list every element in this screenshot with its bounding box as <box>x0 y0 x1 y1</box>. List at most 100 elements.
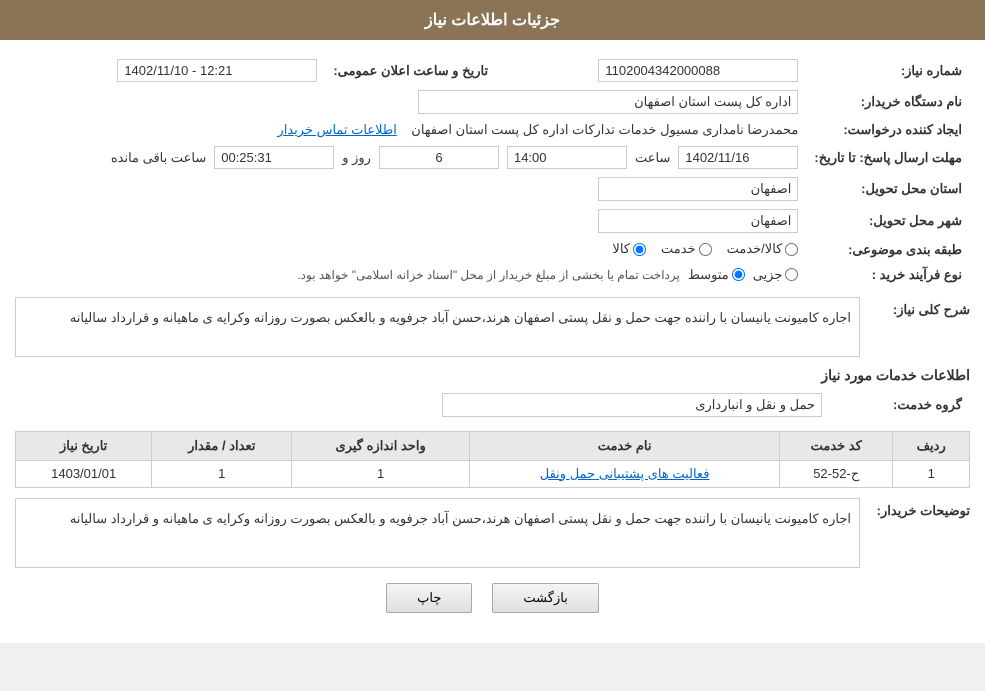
value-need-number: 1102004342000088 <box>496 55 806 86</box>
value-province: اصفهان <box>15 173 806 205</box>
service-table-body: 1 ح-52-52 فعالیت های پشتیبانی حمل ونقل 1… <box>16 460 970 487</box>
announcement-date-field: 1402/11/10 - 12:21 <box>117 59 317 82</box>
days-label: روز و <box>342 150 371 166</box>
label-service-group: گروه خدمت: <box>830 389 970 421</box>
category-radio-group: کالا/خدمت خدمت کالا <box>612 241 798 257</box>
need-description-section: شرح کلی نیاز: اجاره کامیونت یانیسان با ر… <box>15 297 970 357</box>
radio-part-input[interactable] <box>785 268 798 281</box>
back-button[interactable]: بازگشت <box>492 583 598 613</box>
value-category: کالا/خدمت خدمت کالا <box>15 237 806 263</box>
label-buyer-notes: توضیحات خریدار: <box>870 498 970 519</box>
page-wrapper: جزئیات اطلاعات نیاز شماره نیاز: 11020043… <box>0 0 985 643</box>
process-note-text: پرداخت تمام یا بخشی از مبلغ خریدار از مح… <box>297 268 680 282</box>
radio-medium: متوسط <box>688 267 745 283</box>
col-code: کد خدمت <box>780 431 893 460</box>
radio-goods-service-input[interactable] <box>785 243 798 256</box>
deadline-time-field: 14:00 <box>507 146 627 169</box>
radio-goods-input[interactable] <box>633 243 646 256</box>
city-field: اصفهان <box>598 209 798 233</box>
service-info-title: اطلاعات خدمات مورد نیاز <box>15 367 970 384</box>
need-number-field: 1102004342000088 <box>598 59 798 82</box>
creator-text: محمدرضا نامداری مسیول خدمات تدارکات ادار… <box>411 122 798 137</box>
cell-unit: 1 <box>292 460 470 487</box>
cell-date: 1403/01/01 <box>16 460 152 487</box>
radio-service-input[interactable] <box>699 243 712 256</box>
label-province: استان محل تحویل: <box>806 173 970 205</box>
buyer-notes-box: اجاره کامیونت یانیسان با راننده جهت حمل … <box>15 498 860 568</box>
service-name-link[interactable]: فعالیت های پشتیبانی حمل ونقل <box>540 466 710 481</box>
row-service-group: گروه خدمت: حمل و نقل و انبارداری <box>15 389 970 421</box>
buyer-org-field: اداره کل پست استان اصفهان <box>418 90 798 114</box>
row-need-number: شماره نیاز: 1102004342000088 تاریخ و ساع… <box>15 55 970 86</box>
province-field: اصفهان <box>598 177 798 201</box>
radio-service-label: خدمت <box>661 241 696 257</box>
print-button[interactable]: چاپ <box>386 583 472 613</box>
row-city: شهر محل تحویل: اصفهان <box>15 205 970 237</box>
service-table-header-row: ردیف کد خدمت نام خدمت واحد اندازه گیری ت… <box>16 431 970 460</box>
need-description-box: اجاره کامیونت یانیسان با راننده جهت حمل … <box>15 297 860 357</box>
radio-part: جزیی <box>753 267 799 283</box>
buyer-notes-flex: توضیحات خریدار: اجاره کامیونت یانیسان با… <box>15 498 970 568</box>
radio-goods-label: کالا <box>612 241 630 257</box>
deadline-days-field: 6 <box>379 146 499 169</box>
buyer-notes-section: توضیحات خریدار: اجاره کامیونت یانیسان با… <box>15 498 970 568</box>
deadline-remaining-field: 00:25:31 <box>214 146 334 169</box>
col-index: ردیف <box>893 431 970 460</box>
label-announcement-date: تاریخ و ساعت اعلان عمومی: <box>325 55 496 86</box>
value-city: اصفهان <box>15 205 806 237</box>
row-process-type: نوع فرآیند خرید : جزیی متوسط پرداخت تمام… <box>15 263 970 287</box>
label-need-description: شرح کلی نیاز: <box>870 297 970 318</box>
col-date: تاریخ نیاز <box>16 431 152 460</box>
row-province: استان محل تحویل: اصفهان <box>15 173 970 205</box>
radio-goods-service-label: کالا/خدمت <box>727 241 783 257</box>
value-creator: محمدرضا نامداری مسیول خدمات تدارکات ادار… <box>15 118 806 142</box>
value-process-type: جزیی متوسط پرداخت تمام یا بخشی از مبلغ خ… <box>15 263 806 287</box>
value-buyer-org: اداره کل پست استان اصفهان <box>15 86 806 118</box>
row-creator: ایجاد کننده درخواست: محمدرضا نامداری مسی… <box>15 118 970 142</box>
main-info-table: شماره نیاز: 1102004342000088 تاریخ و ساع… <box>15 55 970 287</box>
content-area: شماره نیاز: 1102004342000088 تاریخ و ساع… <box>0 40 985 643</box>
deadline-date-field: 1402/11/16 <box>678 146 798 169</box>
radio-part-label: جزیی <box>753 267 783 283</box>
page-title: جزئیات اطلاعات نیاز <box>425 12 560 29</box>
service-table-head: ردیف کد خدمت نام خدمت واحد اندازه گیری ت… <box>16 431 970 460</box>
col-quantity: تعداد / مقدار <box>152 431 292 460</box>
buyer-notes-content: اجاره کامیونت یانیسان با راننده جهت حمل … <box>15 498 860 568</box>
radio-medium-label: متوسط <box>688 267 729 283</box>
col-unit: واحد اندازه گیری <box>292 431 470 460</box>
process-row: جزیی متوسط پرداخت تمام یا بخشی از مبلغ خ… <box>23 267 798 283</box>
time-label-static: ساعت <box>635 150 670 166</box>
col-name: نام خدمت <box>470 431 780 460</box>
cell-name: فعالیت های پشتیبانی حمل ونقل <box>470 460 780 487</box>
cell-quantity: 1 <box>152 460 292 487</box>
value-announcement-date: 1402/11/10 - 12:21 <box>15 55 325 86</box>
service-group-field: حمل و نقل و انبارداری <box>442 393 822 417</box>
label-city: شهر محل تحویل: <box>806 205 970 237</box>
need-desc-flex: شرح کلی نیاز: اجاره کامیونت یانیسان با ر… <box>15 297 970 357</box>
radio-service: خدمت <box>661 241 712 257</box>
radio-medium-input[interactable] <box>732 268 745 281</box>
need-desc-content: اجاره کامیونت یانیسان با راننده جهت حمل … <box>15 297 860 357</box>
label-need-number: شماره نیاز: <box>806 55 970 86</box>
row-deadline: مهلت ارسال پاسخ: تا تاریخ: 1402/11/16 سا… <box>15 142 970 173</box>
label-creator: ایجاد کننده درخواست: <box>806 118 970 142</box>
label-category: طبقه بندی موضوعی: <box>806 237 970 263</box>
button-row: بازگشت چاپ <box>15 583 970 613</box>
radio-goods: کالا <box>612 241 646 257</box>
table-row: 1 ح-52-52 فعالیت های پشتیبانی حمل ونقل 1… <box>16 460 970 487</box>
label-buyer-org: نام دستگاه خریدار: <box>806 86 970 118</box>
row-category: طبقه بندی موضوعی: کالا/خدمت خدمت <box>15 237 970 263</box>
contact-link[interactable]: اطلاعات تماس خریدار <box>277 122 396 137</box>
label-deadline: مهلت ارسال پاسخ: تا تاریخ: <box>806 142 970 173</box>
value-service-group: حمل و نقل و انبارداری <box>15 389 830 421</box>
hours-label: ساعت باقی مانده <box>111 150 206 166</box>
row-buyer-org: نام دستگاه خریدار: اداره کل پست استان اص… <box>15 86 970 118</box>
value-deadline: 1402/11/16 ساعت 14:00 6 روز و 00:25:31 س… <box>15 142 806 173</box>
label-process-type: نوع فرآیند خرید : <box>806 263 970 287</box>
deadline-flex: 1402/11/16 ساعت 14:00 6 روز و 00:25:31 س… <box>23 146 798 169</box>
cell-code: ح-52-52 <box>780 460 893 487</box>
service-group-table: گروه خدمت: حمل و نقل و انبارداری <box>15 389 970 421</box>
service-table: ردیف کد خدمت نام خدمت واحد اندازه گیری ت… <box>15 431 970 488</box>
cell-index: 1 <box>893 460 970 487</box>
page-header: جزئیات اطلاعات نیاز <box>0 0 985 40</box>
